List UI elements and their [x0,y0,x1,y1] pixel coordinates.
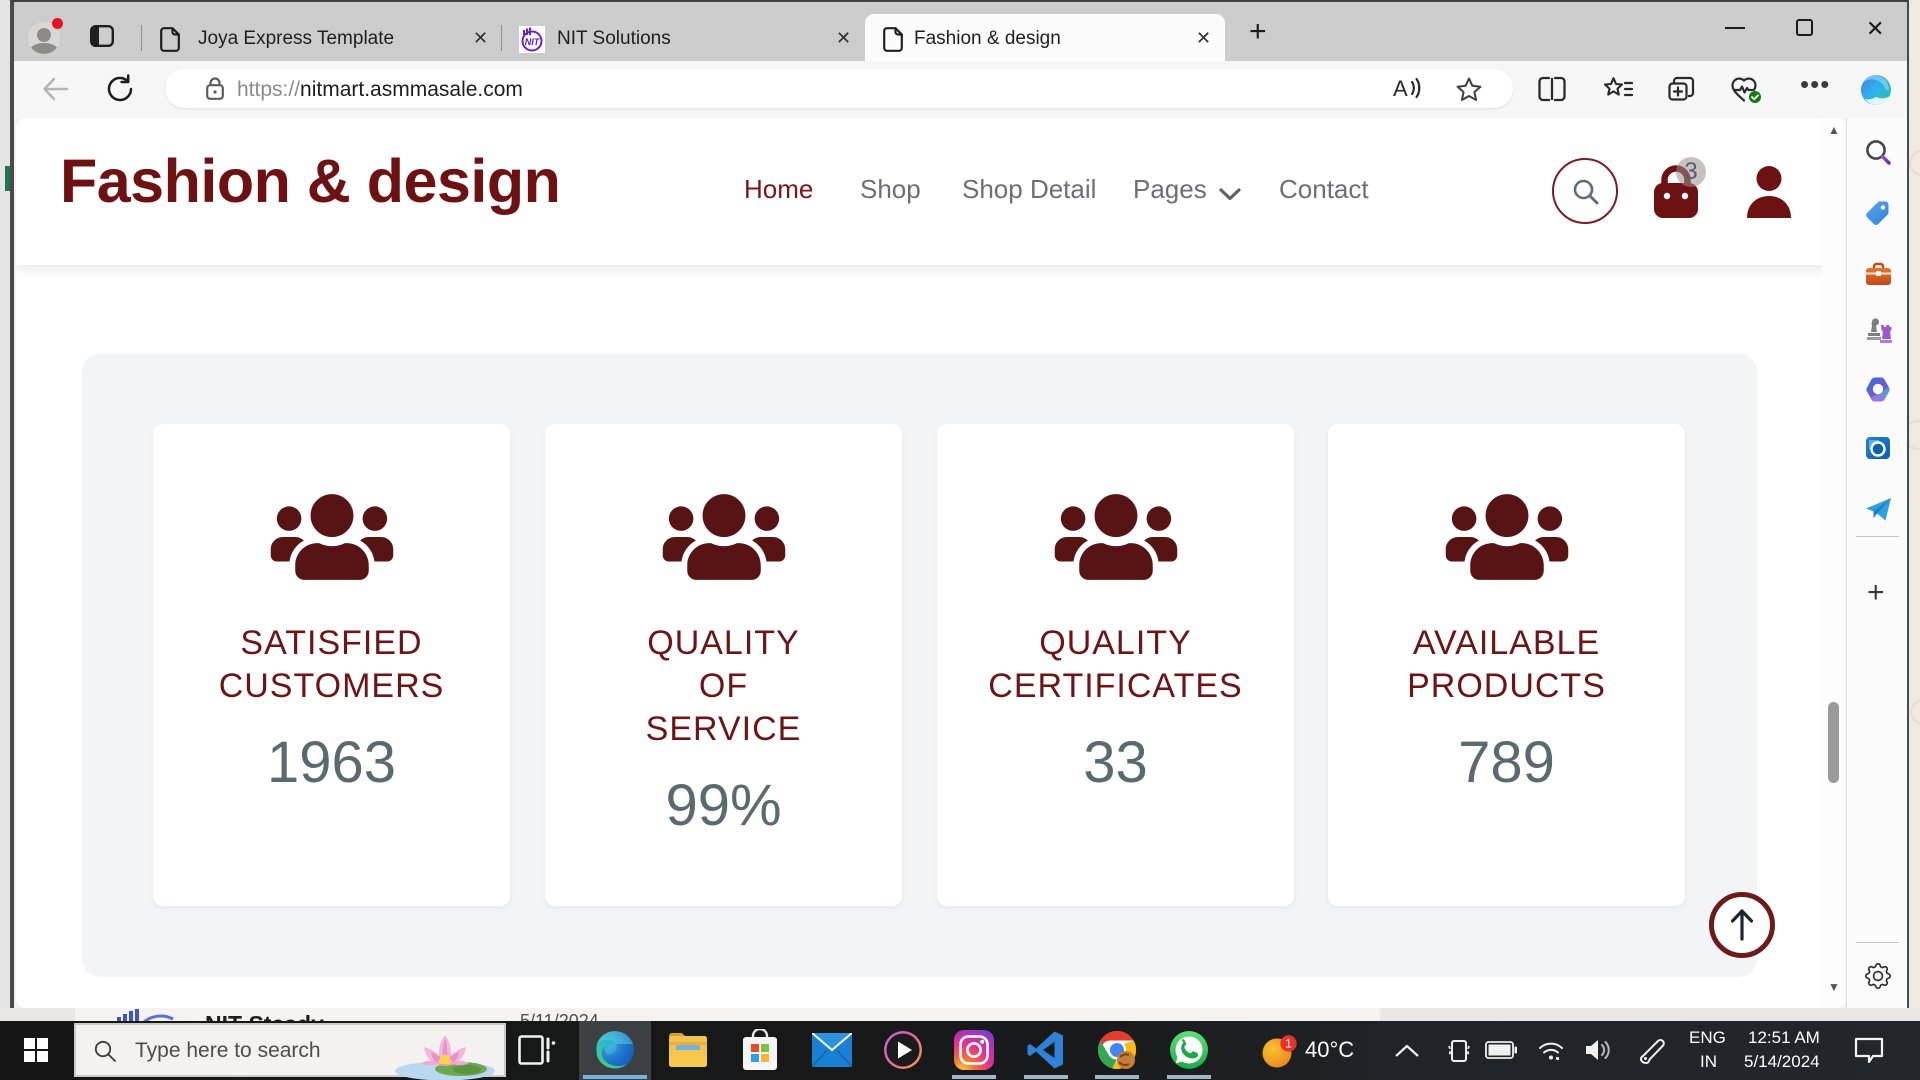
svg-text:NIT: NIT [525,37,541,47]
svg-text:1: 1 [1285,1037,1292,1051]
svg-text:A: A [1393,76,1408,101]
